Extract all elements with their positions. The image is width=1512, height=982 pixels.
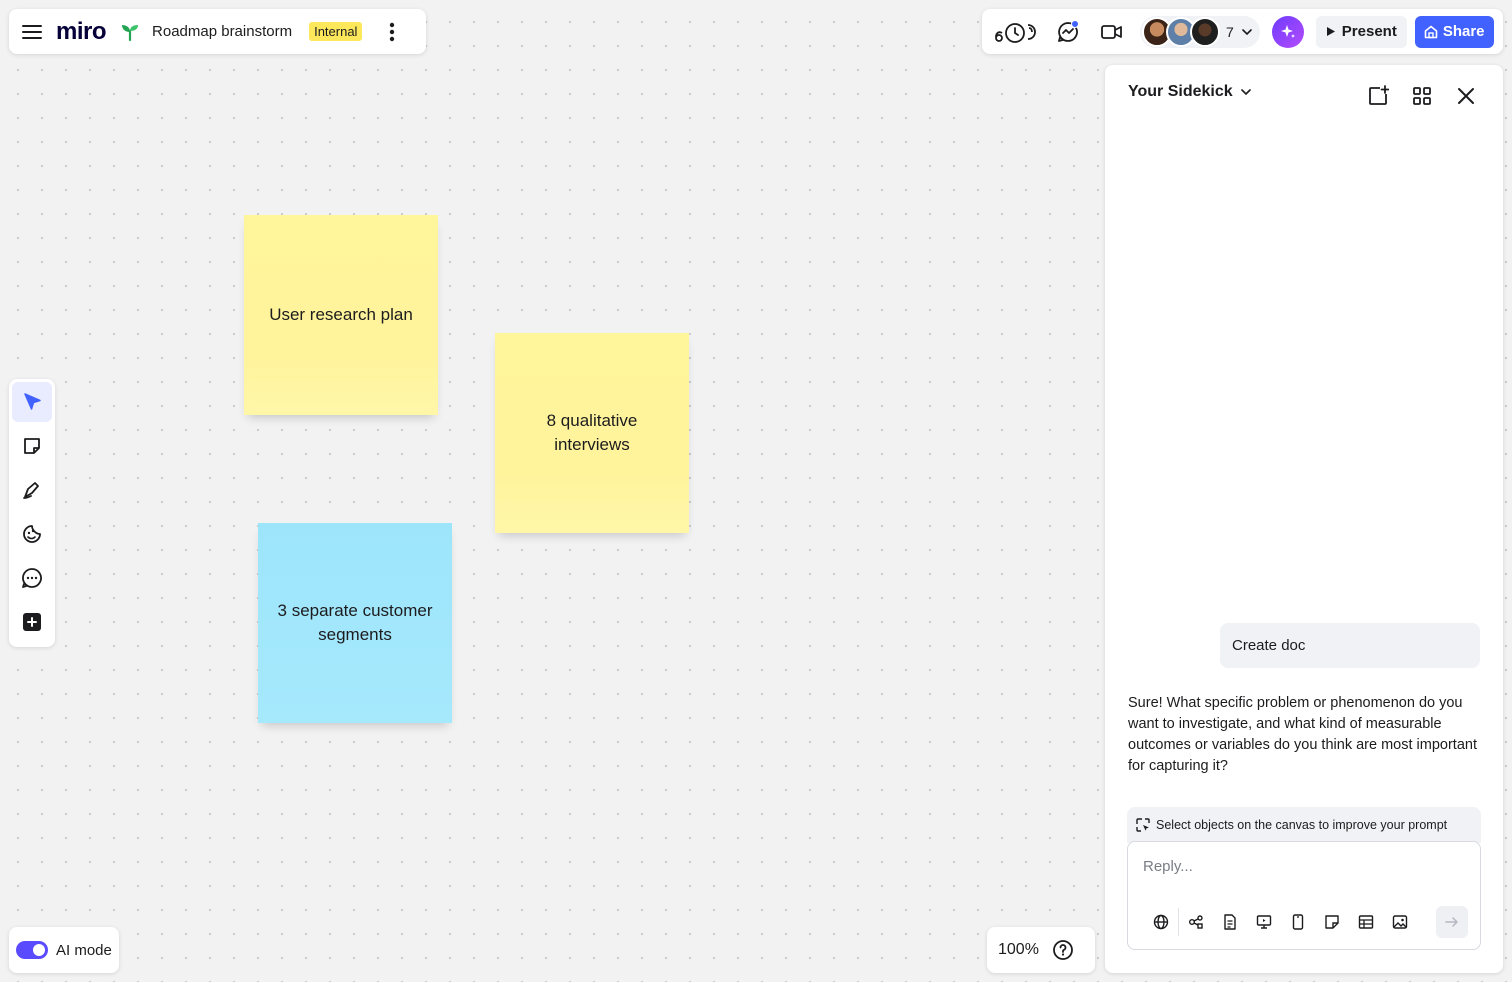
sticky-note-text: User research plan xyxy=(269,305,413,324)
video-call-icon[interactable] xyxy=(1094,14,1130,50)
ai-assistant-button[interactable] xyxy=(1271,15,1304,48)
sidekick-panel: Your Sidekick Create doc Sure! What spec… xyxy=(1105,65,1503,973)
board-name[interactable]: Roadmap brainstorm xyxy=(152,23,292,40)
zoom-controls: 100% xyxy=(987,927,1095,973)
comment-tool[interactable] xyxy=(12,558,52,598)
sticky-note-tool[interactable] xyxy=(12,426,52,466)
cursor-arrow-icon xyxy=(24,393,41,410)
doc-icon[interactable] xyxy=(1213,908,1247,936)
selection-hint[interactable]: Select objects on the canvas to improve … xyxy=(1127,807,1481,843)
plus-square-icon xyxy=(23,613,41,631)
timer-reactions-icon[interactable] xyxy=(992,14,1040,50)
sticky-note-text: 8 qualitative interviews xyxy=(546,411,638,454)
sprout-icon xyxy=(120,22,140,42)
avatar[interactable] xyxy=(1190,16,1220,47)
collaborators-dropdown[interactable]: 7 xyxy=(1140,15,1260,48)
pen-icon xyxy=(23,482,39,499)
present-label: Present xyxy=(1341,23,1397,40)
notification-dot xyxy=(1071,19,1079,28)
reply-composer: Select objects on the canvas to improve … xyxy=(1127,807,1481,951)
diagram-icon[interactable] xyxy=(1179,908,1213,936)
board-header: miro Roadmap brainstorm Internal xyxy=(9,9,426,54)
activity-chat-icon[interactable] xyxy=(1050,14,1086,50)
sticky-note-text: 3 separate customer segments xyxy=(277,601,433,644)
sticker-smile-icon xyxy=(23,525,41,543)
help-icon[interactable] xyxy=(1051,938,1075,962)
table-icon[interactable] xyxy=(1349,908,1383,936)
sparkle-icon xyxy=(1280,24,1295,38)
user-message: Create doc xyxy=(1220,623,1480,668)
pen-tool[interactable] xyxy=(12,470,52,510)
sidekick-title: Your Sidekick xyxy=(1128,83,1233,100)
reply-input-box xyxy=(1127,841,1481,950)
collaboration-bar: 7 Present Share xyxy=(982,9,1503,54)
collaborator-count: 7 xyxy=(1226,23,1234,40)
ai-mode-label: AI mode xyxy=(56,941,112,959)
share-label: Share xyxy=(1442,23,1485,40)
sticky-note[interactable]: 8 qualitative interviews xyxy=(495,333,689,533)
grid-view-icon[interactable] xyxy=(1406,80,1438,112)
user-message-text: Create doc xyxy=(1232,637,1306,654)
share-button[interactable]: Share xyxy=(1414,15,1494,48)
select-tool[interactable] xyxy=(12,382,52,422)
selection-hint-text: Select objects on the canvas to improve … xyxy=(1156,818,1448,832)
miro-logo[interactable]: miro xyxy=(56,18,107,46)
ai-message: Sure! What specific problem or phenomeno… xyxy=(1128,695,1477,774)
close-icon[interactable] xyxy=(1450,80,1482,112)
classification-badge[interactable]: Internal xyxy=(309,22,363,41)
more-options-icon[interactable] xyxy=(380,18,404,46)
sticky-note[interactable]: User research plan xyxy=(244,215,438,415)
globe-icon[interactable] xyxy=(1144,908,1178,936)
chevron-down-icon xyxy=(1241,28,1252,35)
comment-icon xyxy=(22,568,42,588)
arrow-right-icon xyxy=(1445,917,1458,927)
sticky-note[interactable]: 3 separate customer segments xyxy=(258,523,452,723)
play-icon xyxy=(1326,27,1335,36)
home-lock-icon xyxy=(1424,25,1438,38)
prototype-icon[interactable] xyxy=(1281,908,1315,936)
sticky-icon[interactable] xyxy=(1315,908,1349,936)
zoom-level[interactable]: 100% xyxy=(998,941,1039,959)
sidekick-title-dropdown[interactable]: Your Sidekick xyxy=(1128,83,1251,101)
creation-toolbar xyxy=(9,379,55,647)
toggle-switch[interactable] xyxy=(16,941,48,959)
present-button[interactable]: Present xyxy=(1315,15,1407,48)
hamburger-menu-icon[interactable] xyxy=(18,18,46,46)
stickers-tool[interactable] xyxy=(12,514,52,554)
reply-input[interactable] xyxy=(1143,858,1463,875)
image-icon[interactable] xyxy=(1383,908,1417,936)
new-chat-icon[interactable] xyxy=(1362,80,1394,112)
slides-icon[interactable] xyxy=(1247,908,1281,936)
send-button[interactable] xyxy=(1436,906,1468,938)
sticky-note-icon xyxy=(24,438,40,454)
select-objects-icon xyxy=(1136,818,1150,832)
ai-mode-toggle[interactable]: AI mode xyxy=(9,927,119,973)
add-more-tool[interactable] xyxy=(12,602,52,642)
chevron-down-icon xyxy=(1240,89,1251,95)
